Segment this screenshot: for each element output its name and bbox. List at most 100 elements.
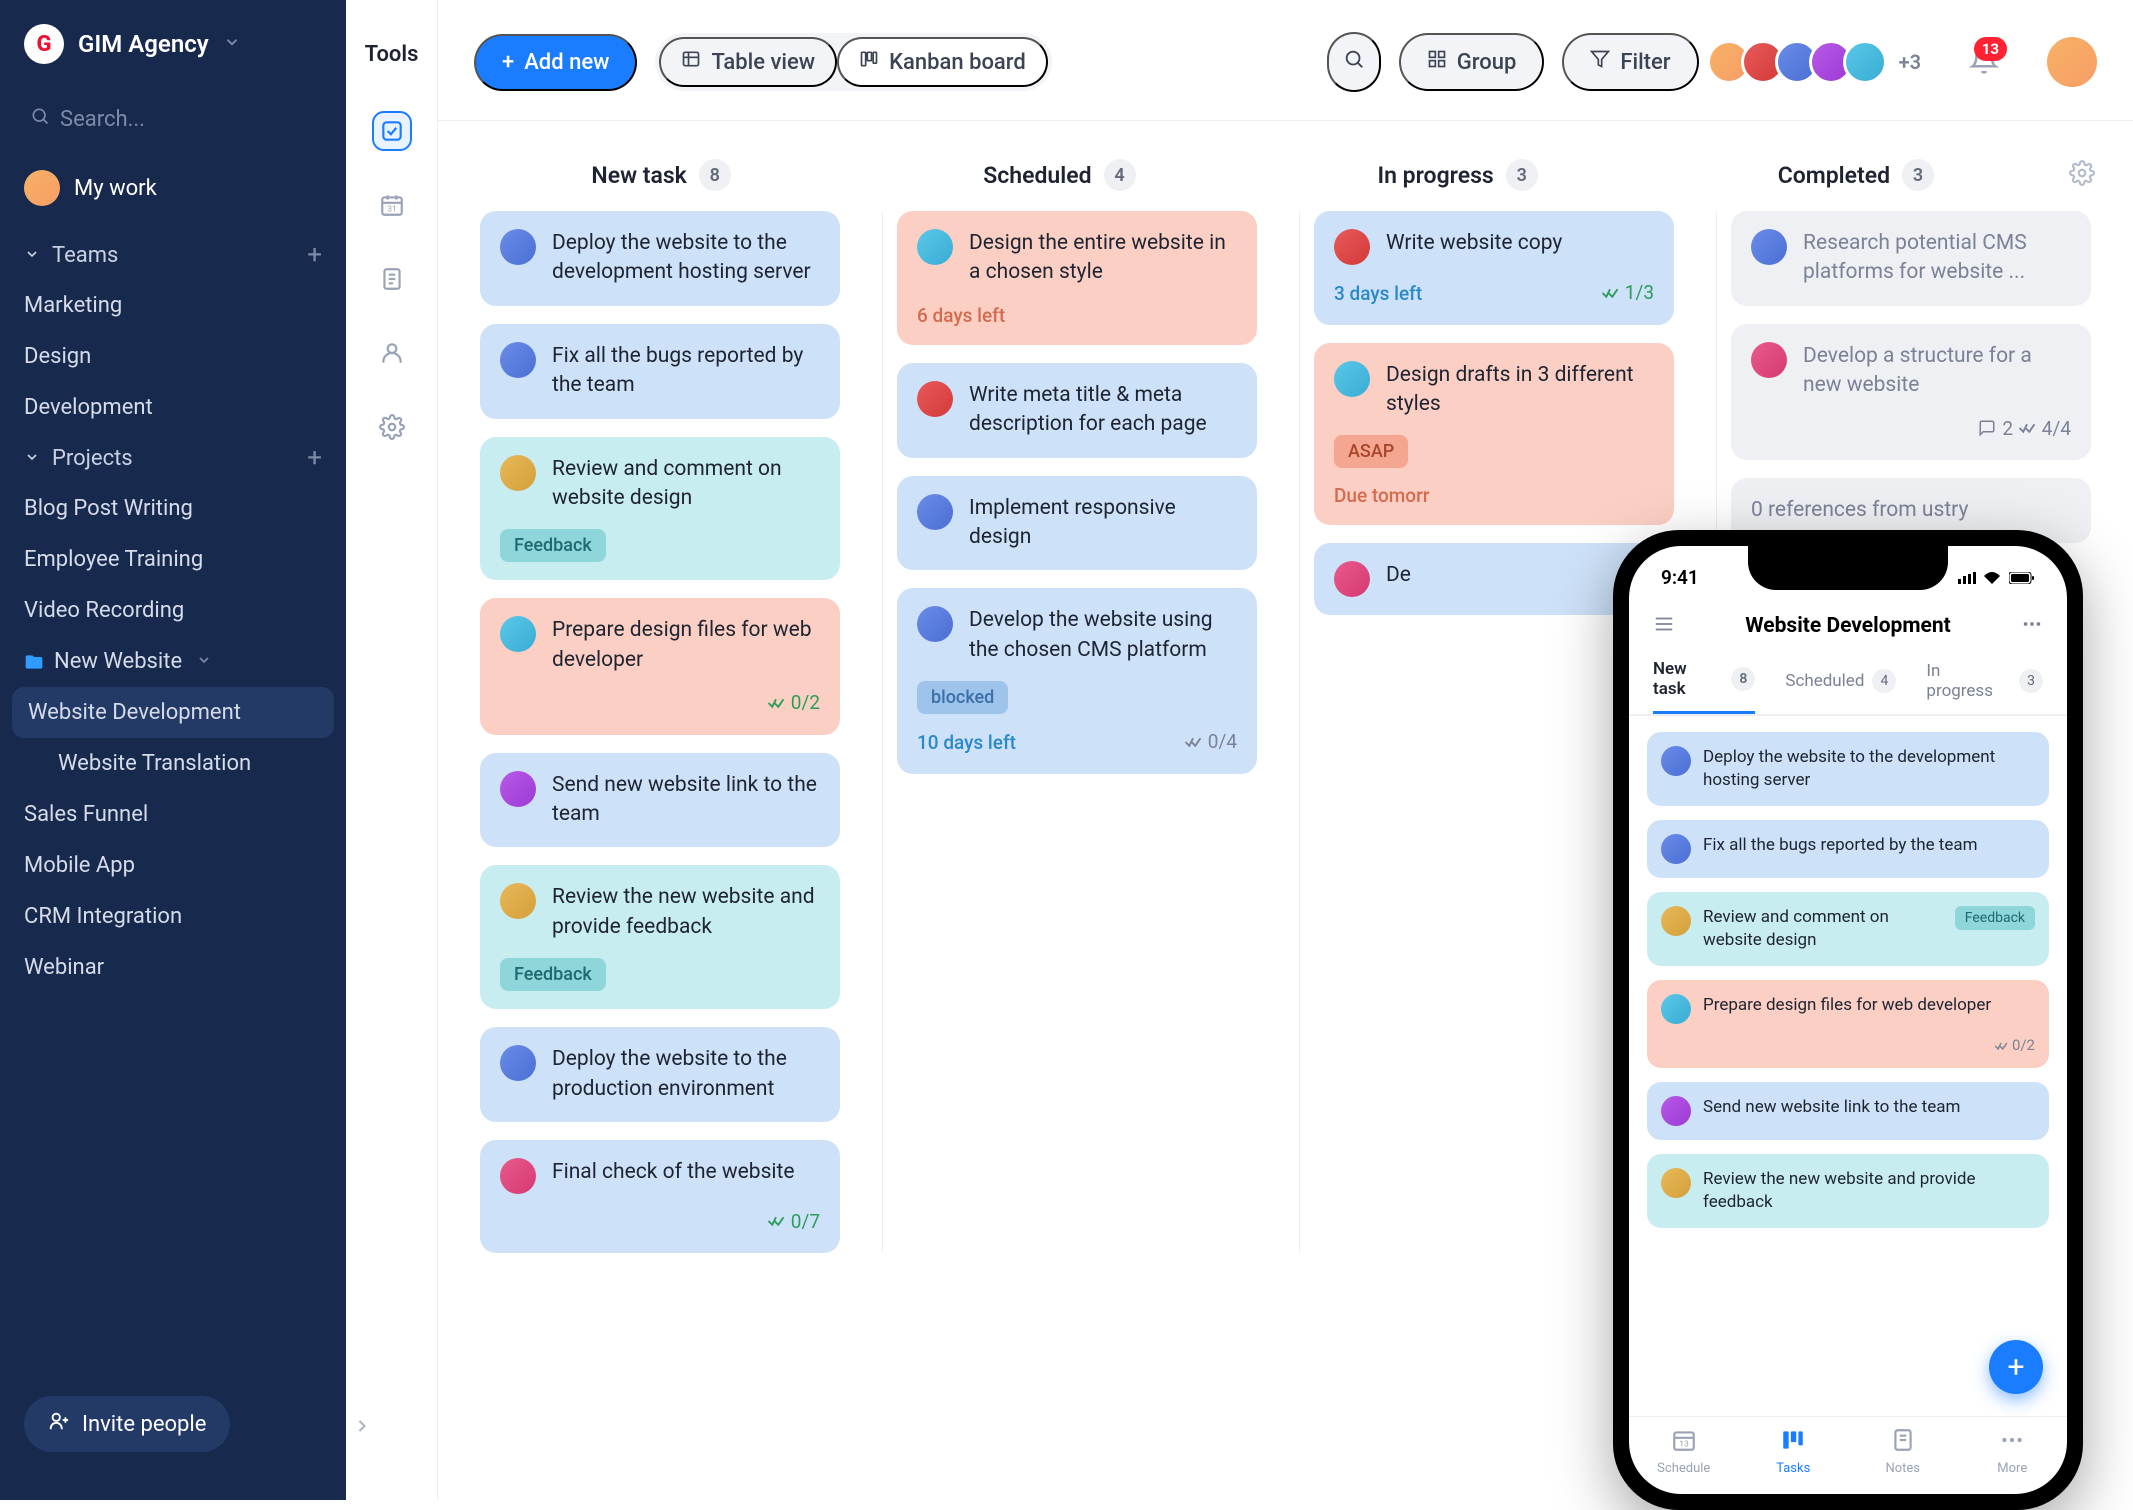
project-item[interactable]: Employee Training	[0, 534, 346, 585]
phone-tab[interactable]: New task8	[1653, 659, 1755, 714]
project-new-website[interactable]: New Website	[0, 636, 346, 687]
task-card[interactable]: Review and comment on website designFeed…	[480, 437, 840, 581]
task-tag: Feedback	[1955, 906, 2035, 930]
tab-label: Scheduled	[1785, 671, 1864, 691]
sidebar-collapse-button[interactable]	[352, 1416, 372, 1440]
collaborator-avatars[interactable]: +3	[1717, 40, 1921, 84]
task-title: Review and comment on website design	[1703, 906, 1901, 952]
brand-name: GIM Agency	[78, 30, 209, 58]
people-tool[interactable]	[372, 333, 412, 373]
task-card[interactable]: Design the entire website in a chosen st…	[897, 211, 1257, 345]
add-new-button[interactable]: + Add new	[474, 34, 637, 91]
task-card[interactable]: Final check of the website0/7	[480, 1140, 840, 1254]
team-marketing[interactable]: Marketing	[0, 280, 346, 331]
tab-label: In progress	[1926, 661, 2011, 701]
bell-icon	[1969, 60, 1999, 79]
phone-nav-item[interactable]: 13Schedule	[1629, 1417, 1739, 1494]
workspace-switcher[interactable]: G GIM Agency	[0, 24, 346, 92]
board-settings-button[interactable]	[2069, 160, 2095, 190]
add-task-fab[interactable]: +	[1989, 1340, 2043, 1394]
assignee-avatar	[917, 381, 953, 417]
task-card[interactable]: Prepare design files for web developer0/…	[480, 598, 840, 734]
add-project-button[interactable]: +	[307, 443, 322, 473]
projects-section-header[interactable]: Projects +	[0, 433, 346, 483]
task-title: 0 references from ustry	[1751, 496, 2071, 525]
assignee-avatar	[500, 771, 536, 807]
project-item[interactable]: CRM Integration	[0, 891, 346, 942]
project-item[interactable]: Blog Post Writing	[0, 483, 346, 534]
phone-task-card[interactable]: Prepare design files for web developer 0…	[1647, 980, 2049, 1068]
settings-tool[interactable]	[372, 407, 412, 447]
nav-label: Notes	[1885, 1461, 1920, 1476]
column-count: 3	[1506, 159, 1538, 191]
phone-task-card[interactable]: Review and comment on website design Feed…	[1647, 892, 2049, 966]
task-card[interactable]: Review the new website and provide feedb…	[480, 865, 840, 1009]
task-card[interactable]: Deploy the website to the production env…	[480, 1027, 840, 1122]
notes-tool[interactable]	[372, 259, 412, 299]
phone-nav-item[interactable]: Notes	[1848, 1417, 1958, 1494]
phone-tab[interactable]: Scheduled4	[1785, 659, 1896, 714]
kanban-view-button[interactable]: Kanban board	[837, 37, 1048, 87]
phone-task-card[interactable]: Deploy the website to the development ho…	[1647, 732, 2049, 806]
search-input[interactable]: Search...	[20, 98, 326, 140]
hamburger-icon[interactable]	[1653, 613, 1675, 639]
grid-icon	[1427, 49, 1447, 75]
filter-button[interactable]: Filter	[1562, 33, 1698, 91]
search-icon	[1343, 48, 1365, 76]
project-item[interactable]: Video Recording	[0, 585, 346, 636]
assignee-avatar	[1334, 561, 1370, 597]
task-card[interactable]: Research potential CMS platforms for web…	[1731, 211, 2091, 306]
phone-nav-item[interactable]: Tasks	[1739, 1417, 1849, 1494]
team-development[interactable]: Development	[0, 382, 346, 433]
table-view-button[interactable]: Table view	[659, 37, 837, 87]
assignee-avatar	[1661, 994, 1691, 1024]
assignee-avatar	[500, 229, 536, 265]
task-card[interactable]: Develop the website using the chosen CMS…	[897, 588, 1257, 773]
user-avatar[interactable]	[2047, 37, 2097, 87]
phone-notch	[1748, 546, 1948, 590]
task-title: Design the entire website in a chosen st…	[969, 229, 1237, 288]
kanban-column: Deploy the website to the development ho…	[466, 211, 854, 1253]
notifications-button[interactable]: 13	[1969, 45, 1999, 79]
svg-text:13: 13	[1679, 1440, 1689, 1450]
task-card[interactable]: Design drafts in 3 different stylesASAPD…	[1314, 343, 1674, 526]
assignee-avatar	[1751, 229, 1787, 265]
task-card[interactable]: Develop a structure for a new website2 4…	[1731, 324, 2091, 460]
task-title: Prepare design files for web developer	[1703, 994, 2035, 1017]
project-item[interactable]: Mobile App	[0, 840, 346, 891]
column-header-scheduled: Scheduled 4	[874, 159, 1244, 191]
tasks-tool[interactable]	[372, 111, 412, 151]
calendar-tool[interactable]: 31	[372, 185, 412, 225]
invite-people-button[interactable]: Invite people	[24, 1396, 230, 1452]
task-card[interactable]: Deploy the website to the development ho…	[480, 211, 840, 306]
task-card[interactable]: Write website copy3 days left1/3	[1314, 211, 1674, 325]
add-team-button[interactable]: +	[307, 240, 322, 270]
my-work-link[interactable]: My work	[0, 158, 346, 230]
project-item[interactable]: Webinar	[0, 942, 346, 993]
tools-rail: Tools 31	[346, 0, 438, 1500]
phone-task-list[interactable]: Deploy the website to the development ho…	[1629, 716, 2067, 1416]
task-card[interactable]: Implement responsive design	[897, 476, 1257, 571]
column-header-completed: Completed 3	[1671, 159, 2041, 191]
project-website-translation[interactable]: Website Translation	[0, 738, 346, 789]
phone-nav-item[interactable]: More	[1958, 1417, 2068, 1494]
task-card[interactable]: Send new website link to the team	[480, 753, 840, 848]
phone-task-card[interactable]: Review the new website and provide feedb…	[1647, 1154, 2049, 1228]
chevron-down-icon	[24, 446, 40, 471]
task-title: Design drafts in 3 different styles	[1386, 361, 1654, 420]
task-card[interactable]: Write meta title & meta description for …	[897, 363, 1257, 458]
project-item[interactable]: Sales Funnel	[0, 789, 346, 840]
more-icon[interactable]	[2021, 613, 2043, 639]
team-design[interactable]: Design	[0, 331, 346, 382]
search-button[interactable]	[1327, 32, 1381, 92]
invite-label: Invite people	[82, 1412, 206, 1437]
phone-task-card[interactable]: Send new website link to the team	[1647, 1082, 2049, 1140]
phone-tab[interactable]: In progress 3	[1926, 659, 2043, 714]
phone-task-card[interactable]: Fix all the bugs reported by the team	[1647, 820, 2049, 878]
teams-section-header[interactable]: Teams +	[0, 230, 346, 280]
project-website-development[interactable]: Website Development	[12, 687, 334, 738]
assignee-avatar	[500, 342, 536, 378]
task-card[interactable]: Fix all the bugs reported by the team	[480, 324, 840, 419]
tab-count: 3	[2019, 669, 2043, 693]
group-button[interactable]: Group	[1399, 33, 1545, 91]
